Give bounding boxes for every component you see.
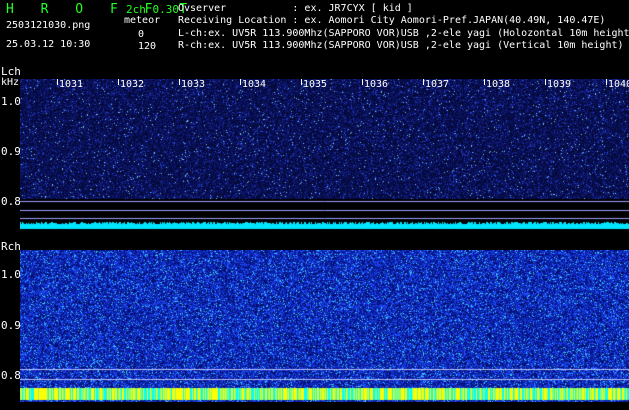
lch-xtick-mark — [484, 79, 485, 85]
lch-xtick-mark — [606, 79, 607, 85]
lch-xtick-label: 1040 — [608, 79, 629, 90]
lch-xtick-mark — [240, 79, 241, 85]
lch-xtick-label: 1032 — [120, 79, 145, 90]
lch-meteor-count: 0 — [138, 29, 145, 40]
lch-xtick-label: 1039 — [547, 79, 572, 90]
lch-xtick-mark — [545, 79, 546, 85]
hroft-window: H R O F F T 2ch 0.30 2503121030.png mete… — [0, 0, 629, 410]
rch-ytick-2: 0.9 — [1, 319, 21, 332]
lch-ytick-3: 0.8 — [1, 195, 21, 208]
lch-xtick-label: 1031 — [59, 79, 84, 90]
lch-xtick-label: 1038 — [486, 79, 511, 90]
lch-xtick-mark — [423, 79, 424, 85]
lch-xtick-label: 1034 — [242, 79, 267, 90]
meteor-label: meteor — [124, 15, 161, 26]
lch-xtick-mark — [57, 79, 58, 85]
lch-xtick-label: 1033 — [181, 79, 206, 90]
lch-ytick-2: 0.9 — [1, 145, 21, 158]
lch-xtick-label: 1035 — [303, 79, 328, 90]
lch-xtick-label: 1037 — [425, 79, 450, 90]
filename-label: 2503121030.png — [6, 20, 91, 31]
rch-ytick-3: 0.8 — [1, 369, 21, 382]
rch-spectrogram — [20, 250, 629, 402]
timestamp-label: 25.03.12 10:30 — [6, 39, 91, 50]
lch-xtick-mark — [118, 79, 119, 85]
lch-xtick-label: 1036 — [364, 79, 389, 90]
lch-xtick-mark — [301, 79, 302, 85]
lch-unit-label: kHz — [1, 77, 20, 88]
lch-xtick-mark — [362, 79, 363, 85]
lch-xtick-mark — [179, 79, 180, 85]
rch-meteor-count: 120 — [138, 41, 157, 52]
lch-spectrogram — [20, 79, 629, 231]
lch-label: Lch — [1, 65, 21, 78]
observer-line: Ovserver : ex. JR7CYX [ kid ] — [178, 3, 413, 14]
rch-setup-line: R-ch:ex. UV5R 113.900Mhz(SAPPORO VOR)USB… — [178, 40, 624, 51]
location-line: Receiving Location : ex. Aomori City Aom… — [178, 15, 606, 26]
rch-ytick-1: 1.0 — [1, 268, 21, 281]
lch-setup-line: L-ch:ex. UV5R 113.900Mhz(SAPPORO VOR)USB… — [178, 28, 629, 39]
mode-label: 2ch 0.30 — [126, 3, 179, 16]
rch-label: Rch — [1, 240, 21, 253]
lch-ytick-1: 1.0 — [1, 95, 21, 108]
